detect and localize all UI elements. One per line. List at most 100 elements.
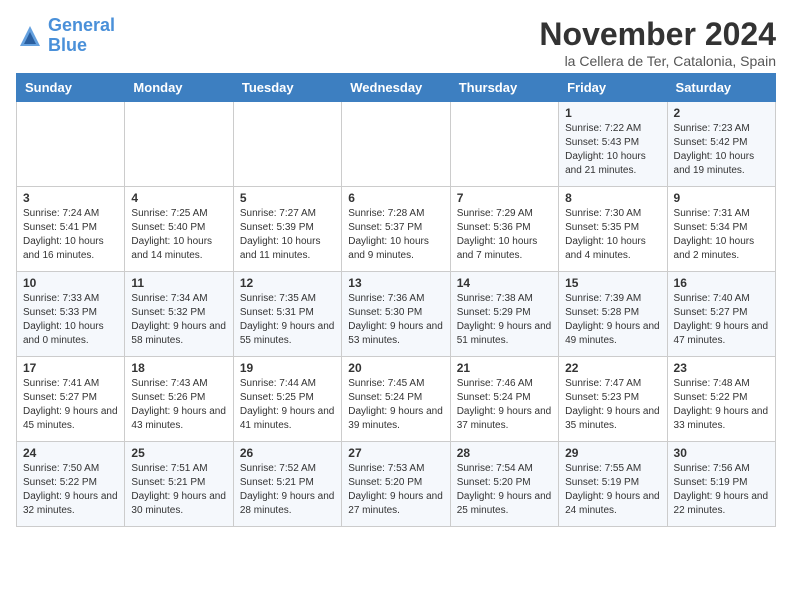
day-number: 6 (348, 191, 443, 205)
day-info: Sunrise: 7:38 AM Sunset: 5:29 PM Dayligh… (457, 292, 552, 348)
calendar-cell: 8Sunrise: 7:30 AM Sunset: 5:35 PM Daylig… (559, 187, 667, 272)
calendar-cell: 23Sunrise: 7:48 AM Sunset: 5:22 PM Dayli… (667, 357, 775, 442)
day-info: Sunrise: 7:29 AM Sunset: 5:36 PM Dayligh… (457, 207, 552, 263)
calendar-cell (17, 102, 125, 187)
day-info: Sunrise: 7:24 AM Sunset: 5:41 PM Dayligh… (23, 207, 118, 263)
day-info: Sunrise: 7:31 AM Sunset: 5:34 PM Dayligh… (674, 207, 769, 263)
day-number: 15 (565, 276, 660, 290)
day-info: Sunrise: 7:52 AM Sunset: 5:21 PM Dayligh… (240, 462, 335, 518)
calendar-week-4: 17Sunrise: 7:41 AM Sunset: 5:27 PM Dayli… (17, 357, 776, 442)
calendar-cell: 29 Sunrise: 7:55 AM Sunset: 5:19 PM Dayli… (559, 442, 667, 527)
calendar-cell: 10 Sunrise: 7:33 AM Sunset: 5:33 PM Dayli… (17, 272, 125, 357)
logo-icon (16, 22, 44, 50)
day-info: Sunrise: 7:48 AM Sunset: 5:22 PM Dayligh… (674, 377, 769, 433)
day-info: Sunrise: 7:50 AM Sunset: 5:22 PM Dayligh… (23, 462, 118, 518)
calendar-cell: 1 Sunrise: 7:22 AM Sunset: 5:43 PM Daylig… (559, 102, 667, 187)
calendar-cell: 25 Sunrise: 7:51 AM Sunset: 5:21 PM Dayli… (125, 442, 233, 527)
calendar-cell (450, 102, 558, 187)
calendar-cell: 17Sunrise: 7:41 AM Sunset: 5:27 PM Dayli… (17, 357, 125, 442)
calendar-cell: 14 Sunrise: 7:38 AM Sunset: 5:29 PM Dayli… (450, 272, 558, 357)
calendar-cell: 16Sunrise: 7:40 AM Sunset: 5:27 PM Dayli… (667, 272, 775, 357)
day-info: Sunrise: 7:34 AM Sunset: 5:32 PM Dayligh… (131, 292, 226, 348)
day-info: Sunrise: 7:51 AM Sunset: 5:21 PM Dayligh… (131, 462, 226, 518)
calendar-cell: 24 Sunrise: 7:50 AM Sunset: 5:22 PM Dayli… (17, 442, 125, 527)
calendar-cell: 20Sunrise: 7:45 AM Sunset: 5:24 PM Dayli… (342, 357, 450, 442)
calendar-cell: 22 Sunrise: 7:47 AM Sunset: 5:23 PM Dayli… (559, 357, 667, 442)
day-info: Sunrise: 7:35 AM Sunset: 5:31 PM Dayligh… (240, 292, 335, 348)
day-number: 22 (565, 361, 660, 375)
day-info: Sunrise: 7:44 AM Sunset: 5:25 PM Dayligh… (240, 377, 335, 433)
day-info: Sunrise: 7:40 AM Sunset: 5:27 PM Dayligh… (674, 292, 769, 348)
calendar-header: Sunday Monday Tuesday Wednesday Thursday… (17, 74, 776, 102)
day-number: 2 (674, 106, 769, 120)
header-tuesday: Tuesday (233, 74, 341, 102)
header-sunday: Sunday (17, 74, 125, 102)
calendar-cell: 30Sunrise: 7:56 AM Sunset: 5:19 PM Dayli… (667, 442, 775, 527)
day-number: 13 (348, 276, 443, 290)
day-info: Sunrise: 7:39 AM Sunset: 5:28 PM Dayligh… (565, 292, 660, 348)
calendar-week-3: 10 Sunrise: 7:33 AM Sunset: 5:33 PM Dayli… (17, 272, 776, 357)
day-info: Sunrise: 7:22 AM Sunset: 5:43 PM Dayligh… (565, 122, 660, 178)
day-info: Sunrise: 7:47 AM Sunset: 5:23 PM Dayligh… (565, 377, 660, 433)
header-friday: Friday (559, 74, 667, 102)
calendar-cell: 18 Sunrise: 7:43 AM Sunset: 5:26 PM Dayli… (125, 357, 233, 442)
calendar-cell: 13 Sunrise: 7:36 AM Sunset: 5:30 PM Dayli… (342, 272, 450, 357)
day-info: Sunrise: 7:25 AM Sunset: 5:40 PM Dayligh… (131, 207, 226, 263)
calendar-body: 1 Sunrise: 7:22 AM Sunset: 5:43 PM Daylig… (17, 102, 776, 527)
day-info: Sunrise: 7:43 AM Sunset: 5:26 PM Dayligh… (131, 377, 226, 433)
day-info: Sunrise: 7:55 AM Sunset: 5:19 PM Dayligh… (565, 462, 660, 518)
calendar-cell: 5 Sunrise: 7:27 AM Sunset: 5:39 PM Daylig… (233, 187, 341, 272)
calendar-cell: 28Sunrise: 7:54 AM Sunset: 5:20 PM Dayli… (450, 442, 558, 527)
title-area: November 2024 la Cellera de Ter, Catalon… (539, 16, 776, 69)
day-number: 29 (565, 446, 660, 460)
day-number: 1 (565, 106, 660, 120)
calendar-cell (125, 102, 233, 187)
day-number: 8 (565, 191, 660, 205)
logo-line1: General (48, 15, 115, 35)
day-number: 14 (457, 276, 552, 290)
day-number: 4 (131, 191, 226, 205)
calendar-title: November 2024 (539, 16, 776, 53)
calendar-cell: 6 Sunrise: 7:28 AM Sunset: 5:37 PM Daylig… (342, 187, 450, 272)
calendar-cell (342, 102, 450, 187)
day-info: Sunrise: 7:36 AM Sunset: 5:30 PM Dayligh… (348, 292, 443, 348)
day-info: Sunrise: 7:33 AM Sunset: 5:33 PM Dayligh… (23, 292, 118, 348)
day-info: Sunrise: 7:27 AM Sunset: 5:39 PM Dayligh… (240, 207, 335, 263)
calendar-cell: 21Sunrise: 7:46 AM Sunset: 5:24 PM Dayli… (450, 357, 558, 442)
day-number: 21 (457, 361, 552, 375)
day-info: Sunrise: 7:53 AM Sunset: 5:20 PM Dayligh… (348, 462, 443, 518)
header: General Blue November 2024 la Cellera de… (16, 16, 776, 69)
calendar-cell: 9Sunrise: 7:31 AM Sunset: 5:34 PM Daylig… (667, 187, 775, 272)
day-number: 18 (131, 361, 226, 375)
logo-text: General Blue (48, 16, 115, 56)
calendar-cell: 4 Sunrise: 7:25 AM Sunset: 5:40 PM Daylig… (125, 187, 233, 272)
calendar-cell: 11 Sunrise: 7:34 AM Sunset: 5:32 PM Dayli… (125, 272, 233, 357)
day-number: 27 (348, 446, 443, 460)
day-number: 10 (23, 276, 118, 290)
day-info: Sunrise: 7:23 AM Sunset: 5:42 PM Dayligh… (674, 122, 769, 178)
header-wednesday: Wednesday (342, 74, 450, 102)
day-number: 3 (23, 191, 118, 205)
header-row: Sunday Monday Tuesday Wednesday Thursday… (17, 74, 776, 102)
day-number: 19 (240, 361, 335, 375)
calendar-week-1: 1 Sunrise: 7:22 AM Sunset: 5:43 PM Daylig… (17, 102, 776, 187)
calendar-table: Sunday Monday Tuesday Wednesday Thursday… (16, 73, 776, 527)
calendar-cell (233, 102, 341, 187)
day-number: 17 (23, 361, 118, 375)
calendar-cell: 26 Sunrise: 7:52 AM Sunset: 5:21 PM Dayli… (233, 442, 341, 527)
day-number: 11 (131, 276, 226, 290)
day-number: 24 (23, 446, 118, 460)
day-number: 25 (131, 446, 226, 460)
header-monday: Monday (125, 74, 233, 102)
day-number: 26 (240, 446, 335, 460)
calendar-cell: 15 Sunrise: 7:39 AM Sunset: 5:28 PM Dayli… (559, 272, 667, 357)
day-info: Sunrise: 7:56 AM Sunset: 5:19 PM Dayligh… (674, 462, 769, 518)
day-number: 5 (240, 191, 335, 205)
calendar-cell: 27 Sunrise: 7:53 AM Sunset: 5:20 PM Dayli… (342, 442, 450, 527)
calendar-week-5: 24 Sunrise: 7:50 AM Sunset: 5:22 PM Dayli… (17, 442, 776, 527)
header-saturday: Saturday (667, 74, 775, 102)
day-info: Sunrise: 7:28 AM Sunset: 5:37 PM Dayligh… (348, 207, 443, 263)
calendar-cell: 19 Sunrise: 7:44 AM Sunset: 5:25 PM Dayli… (233, 357, 341, 442)
day-number: 12 (240, 276, 335, 290)
day-number: 20 (348, 361, 443, 375)
